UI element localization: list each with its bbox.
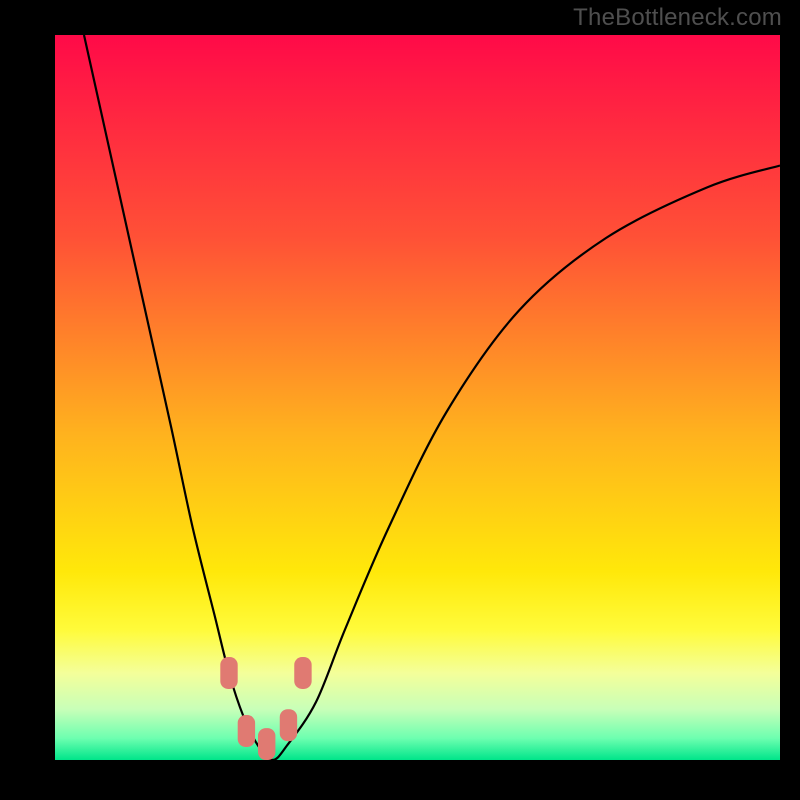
curve-marker (294, 657, 311, 689)
curve-marker (280, 709, 297, 741)
curve-marker (258, 728, 275, 760)
curve-marker (238, 715, 255, 747)
bottleneck-chart (55, 35, 780, 760)
curve-marker (220, 657, 237, 689)
plot-area (55, 35, 780, 760)
plot-frame (35, 35, 780, 780)
watermark-text: TheBottleneck.com (573, 4, 782, 32)
